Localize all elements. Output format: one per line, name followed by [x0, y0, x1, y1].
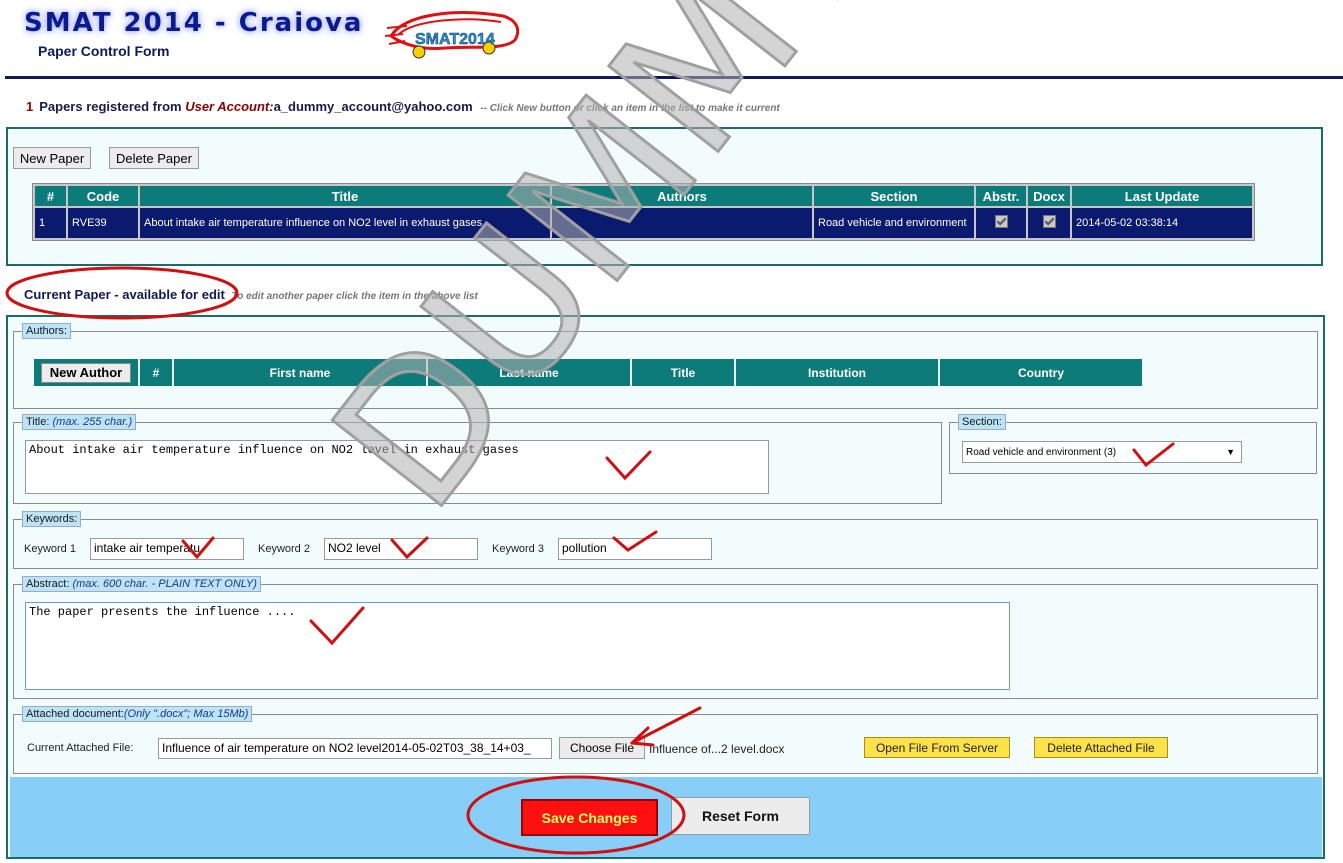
papers-panel: New Paper Delete Paper # Code Title Auth…	[6, 127, 1323, 266]
cell-section: Road vehicle and environment	[814, 208, 974, 238]
reset-form-button[interactable]: Reset Form	[671, 797, 810, 835]
paper-count: 1	[26, 99, 34, 114]
attachment-legend: Attached document:(Only ".docx"; Max 15M…	[22, 706, 253, 722]
current-paper-label: Current Paper - available for edit To ed…	[24, 287, 478, 302]
authors-table: New Author # First name Last name Title …	[34, 359, 1142, 386]
page-subtitle: Paper Control Form	[38, 43, 170, 59]
column-header-code[interactable]: Code	[68, 186, 138, 206]
current-paper-title: Current Paper - available for edit	[24, 287, 225, 302]
form-footer	[10, 777, 1322, 857]
chevron-down-icon: ▼	[1226, 447, 1235, 457]
cell-code: RVE39	[68, 208, 138, 238]
new-author-button[interactable]: New Author	[41, 362, 131, 383]
attachment-legend-label: Attached document:	[26, 708, 124, 720]
abstract-legend-note: (max. 600 char. - PLAIN TEXT ONLY)	[72, 578, 257, 590]
column-header-docx[interactable]: Docx	[1028, 186, 1070, 206]
save-changes-button[interactable]: Save Changes	[521, 799, 658, 836]
smat-logo: SMAT2014	[385, 11, 520, 59]
author-column-num: #	[138, 359, 173, 386]
keyword-3-input[interactable]: pollution	[558, 538, 712, 560]
column-header-abstract[interactable]: Abstr.	[976, 186, 1026, 206]
account-label: User Account:	[185, 99, 274, 114]
title-legend-note: (max. 255 char.)	[52, 416, 133, 428]
delete-paper-button[interactable]: Delete Paper	[109, 147, 199, 169]
author-column-country: Country	[938, 359, 1142, 386]
title-legend-label: Title:	[26, 416, 50, 428]
author-column-institution: Institution	[734, 359, 939, 386]
cell-last-update: 2014-05-02 03:38:14	[1072, 208, 1252, 238]
column-header-authors[interactable]: Authors	[552, 186, 812, 206]
cell-docx	[1028, 208, 1070, 238]
new-author-cell: New Author	[34, 359, 139, 386]
keyword-2-label: Keyword 2	[258, 543, 310, 555]
title-textarea[interactable]: About intake air temperature influence o…	[25, 440, 769, 494]
section-select[interactable]: Road vehicle and environment (3) ▼	[962, 441, 1242, 463]
attachment-legend-note: (Only ".docx"; Max 15Mb)	[123, 708, 249, 720]
paper-row[interactable]: 1 RVE39 About intake air temperature inf…	[35, 208, 1252, 238]
app-title: SMAT 2014 - Craiova	[24, 8, 364, 38]
column-header-last-update[interactable]: Last Update	[1072, 186, 1252, 206]
choose-file-button[interactable]: Choose File	[559, 737, 645, 759]
logo-text: SMAT2014	[415, 31, 495, 48]
registration-text: Papers registered from	[39, 99, 182, 114]
cell-authors	[552, 208, 812, 238]
keywords-legend: Keywords:	[22, 511, 82, 527]
title-legend: Title: (max. 255 char.)	[22, 414, 137, 430]
papers-table: # Code Title Authors Section Abstr. Docx…	[32, 183, 1255, 241]
abstract-checkbox	[994, 215, 1008, 228]
section-selected-value: Road vehicle and environment (3)	[966, 447, 1117, 458]
current-file-label: Current Attached File:	[27, 742, 134, 754]
current-file-input[interactable]: Influence of air temperature on NO2 leve…	[158, 738, 552, 759]
abstract-legend-label: Abstract:	[26, 578, 70, 590]
section-legend: Section:	[958, 414, 1006, 430]
new-paper-button[interactable]: New Paper	[13, 147, 91, 169]
column-header-num[interactable]: #	[35, 186, 66, 206]
author-column-last-name: Last name	[426, 359, 631, 386]
open-file-button[interactable]: Open File From Server	[864, 737, 1010, 758]
keyword-2-input[interactable]: NO2 level	[324, 538, 478, 560]
keyword-1-input[interactable]: intake air temperatu	[90, 538, 244, 560]
account-email: a_dummy_account@yahoo.com	[273, 99, 473, 114]
author-column-first-name: First name	[172, 359, 427, 386]
cell-abstract	[976, 208, 1026, 238]
author-column-title: Title	[630, 359, 735, 386]
column-header-title[interactable]: Title	[140, 186, 550, 206]
keyword-1-label: Keyword 1	[24, 543, 76, 555]
chosen-file-name: Influence of...2 level.docx	[649, 742, 785, 756]
docx-checkbox	[1042, 215, 1056, 228]
keyword-3-label: Keyword 3	[492, 543, 544, 555]
authors-legend: Authors:	[22, 323, 71, 339]
current-paper-hint: To edit another paper click the item in …	[231, 291, 478, 302]
cell-num: 1	[35, 208, 66, 238]
delete-attached-file-button[interactable]: Delete Attached File	[1034, 737, 1168, 758]
registration-summary: 1 Papers registered from User Account:a_d…	[26, 99, 780, 114]
cell-title: About intake air temperature influence o…	[140, 208, 550, 238]
registration-hint: -- Click New button or click an item in …	[480, 103, 780, 114]
header-divider	[5, 76, 1343, 79]
abstract-textarea[interactable]: The paper presents the influence ....	[25, 602, 1010, 690]
column-header-section[interactable]: Section	[814, 186, 974, 206]
abstract-legend: Abstract: (max. 600 char. - PLAIN TEXT O…	[22, 576, 261, 592]
